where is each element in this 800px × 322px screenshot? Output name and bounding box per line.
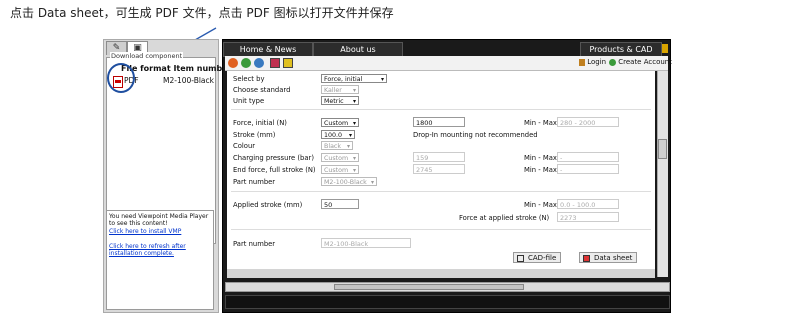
force-at-applied-output: 2273 — [557, 212, 619, 222]
data-sheet-label: Data sheet — [594, 254, 633, 262]
cad-file-label: CAD-file — [528, 254, 557, 262]
vmp-notice: You need Viewpoint Media Player to see t… — [106, 210, 214, 310]
charging-pressure-minmax: - — [557, 152, 619, 162]
charging-pressure-input[interactable]: 159 — [413, 152, 465, 162]
app-status-bar — [225, 295, 670, 309]
applied-stroke-minmax-label: Min - Max — [524, 201, 557, 209]
scrollbar-thumb[interactable] — [658, 139, 667, 159]
login-label: Login — [587, 58, 607, 66]
force-initial-input[interactable]: 1800 — [413, 117, 465, 127]
scrollbar-thumb[interactable] — [334, 284, 524, 290]
refresh-link[interactable]: Click here to refresh after installation… — [109, 243, 211, 258]
download-table-header: File format Item number — [121, 64, 232, 73]
label-part-number-select: Part number — [233, 178, 276, 186]
end-force-input[interactable]: 2745 — [413, 164, 465, 174]
vmp-text: You need Viewpoint Media Player to see t… — [109, 213, 209, 228]
close-icon[interactable] — [270, 58, 280, 68]
settings-icon[interactable] — [283, 58, 293, 68]
install-vmp-link[interactable]: Click here to install VMP — [109, 228, 211, 235]
divider — [231, 109, 651, 110]
create-account-label: Create Account — [618, 58, 672, 66]
label-charging-pressure: Charging pressure (bar) — [233, 154, 314, 162]
part-number-dropdown[interactable]: M2-100-Black — [321, 177, 377, 187]
label-colour: Colour — [233, 142, 256, 150]
end-force-mode[interactable]: Custom — [321, 165, 359, 175]
top-nav: Home & News About us Products & CAD — [223, 42, 670, 57]
toolbar: Login Create Account — [225, 56, 672, 71]
forward-icon[interactable] — [254, 58, 264, 68]
download-legend: Download component — [110, 52, 184, 60]
form-footer-bar — [227, 269, 655, 278]
standard-dropdown[interactable]: Kaller — [321, 85, 359, 95]
user-icon — [579, 58, 585, 66]
applied-stroke-input[interactable]: 50 — [321, 199, 359, 209]
select-by-dropdown[interactable]: Force, initial — [321, 74, 387, 84]
data-sheet-button[interactable]: Data sheet — [579, 252, 638, 263]
charging-pressure-mode[interactable]: Custom — [321, 153, 359, 163]
label-select-by: Select by — [233, 75, 265, 83]
force-initial-minmax: 280 - 2000 — [557, 117, 619, 127]
label-force-at-applied: Force at applied stroke (N) — [459, 214, 550, 222]
end-force-minmax-label: Min - Max — [524, 166, 557, 174]
login-link[interactable]: Login — [579, 58, 606, 66]
nav-end-icon — [662, 44, 668, 53]
configurator-window: Home & News About us Products & CAD Logi… — [222, 39, 672, 313]
nav-products[interactable]: Products & CAD — [580, 42, 662, 57]
label-applied-stroke: Applied stroke (mm) — [233, 201, 303, 209]
force-initial-mode[interactable]: Custom — [321, 118, 359, 128]
download-row[interactable]: PDF M2-100-Black — [107, 63, 214, 93]
end-force-minmax: - — [557, 164, 619, 174]
applied-stroke-minmax: 0.0 - 100.0 — [557, 199, 619, 209]
charging-pressure-minmax-label: Min - Max — [524, 154, 557, 162]
label-unit-type: Unit type — [233, 97, 265, 105]
back-icon[interactable] — [241, 58, 251, 68]
label-force-initial: Force, initial (N) — [233, 119, 287, 127]
unit-type-dropdown[interactable]: Metric — [321, 96, 359, 106]
add-user-icon — [609, 58, 616, 66]
label-choose-standard: Choose standard — [233, 86, 291, 94]
label-part-number: Part number — [233, 240, 276, 248]
home-icon[interactable] — [228, 58, 238, 68]
app-hscrollbar[interactable] — [225, 282, 670, 292]
divider — [231, 191, 651, 192]
download-panel: ✎ ▣ Download component File format Item … — [103, 39, 232, 313]
form-vscrollbar[interactable] — [657, 71, 668, 277]
printer-icon — [517, 255, 524, 262]
cad-file-button[interactable]: CAD-file — [513, 252, 562, 263]
highlight-circle — [107, 63, 135, 93]
document-icon — [583, 255, 590, 262]
stroke-dropdown[interactable]: 100.0 — [321, 130, 355, 140]
create-account-link[interactable]: Create Account — [609, 58, 672, 66]
force-initial-minmax-label: Min - Max — [524, 119, 557, 127]
colour-dropdown[interactable]: Black — [321, 141, 353, 151]
divider — [231, 229, 651, 230]
item-number: M2-100-Black — [163, 76, 214, 85]
part-number-output: M2-100-Black — [321, 238, 411, 248]
label-stroke: Stroke (mm) — [233, 131, 276, 139]
stroke-note: Drop-In mounting not recommended — [413, 131, 538, 139]
parameter-form: Select by Force, initial Choose standard… — [227, 71, 655, 269]
nav-home[interactable]: Home & News — [223, 42, 313, 57]
label-end-force: End force, full stroke (N) — [233, 166, 316, 174]
nav-about[interactable]: About us — [313, 42, 403, 57]
instruction-caption: 点击 Data sheet，可生成 PDF 文件，点击 PDF 图标以打开文件并… — [10, 6, 394, 20]
